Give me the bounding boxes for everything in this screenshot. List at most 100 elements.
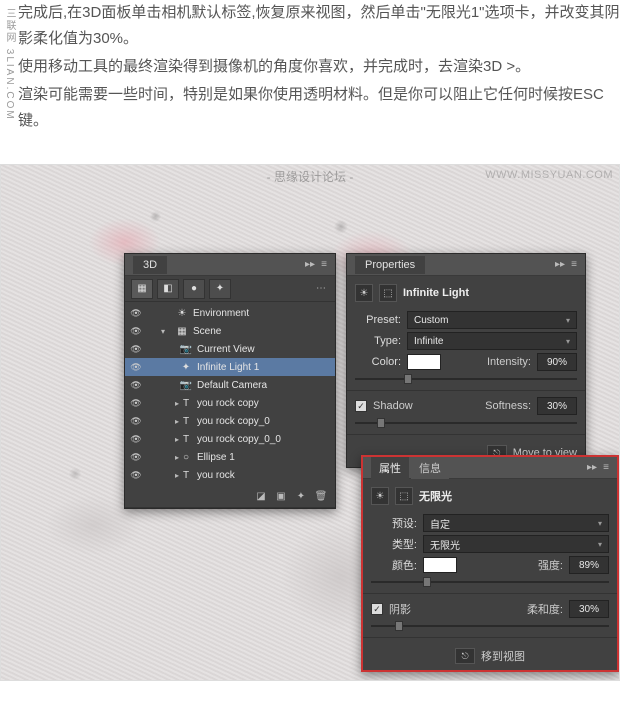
scene-tree-row[interactable]: 👁 📷 Current View [125,340,335,358]
collapse-icon[interactable]: ▸▸ [585,462,599,473]
preset-dropdown[interactable]: Custom▾ [407,311,577,329]
intensity-input[interactable]: 90% [537,353,577,371]
node-label: you rock copy_0_0 [197,434,281,445]
node-label: you rock [197,470,235,481]
new-light-icon[interactable]: ✦ [293,489,309,505]
visibility-eye-icon[interactable]: 👁 [129,362,143,373]
color-label-cn: 颜色: [371,557,417,573]
panel-3d[interactable]: 3D ▸▸ ≡ ▦ ◧ ● ✦ ⋯ 👁☀Environment👁▾▦Scene👁… [124,253,336,509]
panel-properties-titlebar[interactable]: Properties ▸▸ ≡ [347,254,585,276]
visibility-eye-icon[interactable]: 👁 [129,416,143,427]
visibility-eye-icon[interactable]: 👁 [129,398,143,409]
filter-mesh-button[interactable]: ◧ [157,279,179,299]
scene-tree-row[interactable]: 👁▸Tyou rock copy_0_0 [125,430,335,448]
move-to-view-icon-cn[interactable]: ⎋ [455,648,475,664]
collapse-icon[interactable]: ▸▸ [553,259,567,270]
paragraph: 渲染可能需要一些时间，特别是如果你使用透明材料。但是你可以阻止它任何时候按ESC… [18,82,628,134]
node-label: Infinite Light 1 [197,362,259,373]
shadow-label: Shadow [373,400,413,412]
scene-tree-row[interactable]: 👁 ▸ Tyou rock [125,466,335,484]
scene-tree-row[interactable]: 👁 ▸ Tyou rock copy [125,394,335,412]
tab-attributes-cn[interactable]: 属性 [371,457,409,479]
tab-properties[interactable]: Properties [355,256,425,274]
render-icon[interactable]: ▣ [273,489,289,505]
type-label: Type: [355,335,401,347]
menu-icon[interactable]: ≡ [599,462,613,473]
preset-dropdown-cn[interactable]: 自定▾ [423,514,609,532]
scene-tree-row[interactable]: 👁✦Infinite Light 1 [125,358,335,376]
color-swatch-cn[interactable] [423,557,457,573]
footer-icon[interactable]: ◪ [253,489,269,505]
tab-3d[interactable]: 3D [133,256,167,274]
preset-label-cn: 预设: [371,515,417,531]
twist-icon[interactable]: ▸ [161,417,175,426]
twist-icon[interactable]: ▸ [161,399,175,408]
visibility-eye-icon[interactable]: 👁 [129,434,143,445]
panel-options-icon[interactable]: ⋯ [313,281,329,297]
node-label: Environment [193,308,249,319]
node-label: Default Camera [197,380,267,391]
visibility-eye-icon[interactable]: 👁 [129,344,143,355]
filter-light-button[interactable]: ✦ [209,279,231,299]
scene-tree-row[interactable]: 👁 📷 Default Camera [125,376,335,394]
panel-properties-cn[interactable]: 属性 信息 ▸▸ ≡ ☀ ⬚ 无限光 预设: 自定▾ 类型: 无限光▾ 颜色: [361,455,619,672]
filter-material-button[interactable]: ● [183,279,205,299]
panel-properties-cn-titlebar[interactable]: 属性 信息 ▸▸ ≡ [363,457,617,479]
shadow-checkbox[interactable]: ✓ [355,400,367,412]
visibility-eye-icon[interactable]: 👁 [129,308,143,319]
node-label: you rock copy_0 [197,416,270,427]
scene-tree-row[interactable]: 👁▾▦Scene [125,322,335,340]
type-dropdown[interactable]: Infinite▾ [407,332,577,350]
coords-icon[interactable]: ⬚ [395,487,413,505]
intensity-label-cn: 强度: [538,557,563,573]
softness-input[interactable]: 30% [537,397,577,415]
node-type-icon: 📷 [179,380,193,391]
twist-icon[interactable]: ▸ [161,453,175,462]
scene-tree-row[interactable]: 👁▸Tyou rock copy_0 [125,412,335,430]
shadow-checkbox-cn[interactable]: ✓ [371,603,383,615]
node-label: Scene [193,326,221,337]
delete-icon[interactable]: 🗑 [313,489,329,505]
intensity-input-cn[interactable]: 89% [569,556,609,574]
node-label: you rock copy [197,398,259,409]
visibility-eye-icon[interactable]: 👁 [129,380,143,391]
node-label: Current View [197,344,255,355]
properties-body: ☀ ⬚ Infinite Light Preset: Custom▾ Type:… [347,276,585,467]
softness-label: Softness: [485,400,531,412]
node-type-icon: 📷 [179,344,193,355]
coords-icon[interactable]: ⬚ [379,284,397,302]
type-dropdown-cn[interactable]: 无限光▾ [423,535,609,553]
article-text: 完成后,在3D面板单击相机默认标签,恢复原来视图，然后单击"无限光1"选项卡，并… [0,0,636,134]
properties-cn-heading: 无限光 [419,488,452,504]
intensity-slider[interactable] [355,374,577,384]
menu-icon[interactable]: ≡ [567,259,581,270]
twist-icon[interactable]: ▸ [161,435,175,444]
scene-tree-row[interactable]: 👁 ☀ Environment [125,304,335,322]
twist-icon[interactable]: ▸ [161,471,175,480]
visibility-eye-icon[interactable]: 👁 [129,452,143,463]
forum-watermark: - 思缘设计论坛 - [267,165,354,185]
tab-info-cn[interactable]: 信息 [411,457,449,479]
node-type-icon: T [179,398,193,409]
scene-tree-row[interactable]: 👁▸○Ellipse 1 [125,448,335,466]
light-type-icon[interactable]: ☀ [355,284,373,302]
softness-slider[interactable] [355,418,577,428]
panel-properties[interactable]: Properties ▸▸ ≡ ☀ ⬚ Infinite Light Prese… [346,253,586,468]
panel-3d-footer: ◪ ▣ ✦ 🗑 [125,486,335,508]
softness-input-cn[interactable]: 30% [569,600,609,618]
color-swatch[interactable] [407,354,441,370]
node-type-icon: ☀ [175,308,189,319]
collapse-icon[interactable]: ▸▸ [303,259,317,270]
menu-icon[interactable]: ≡ [317,259,331,270]
paragraph: 完成后,在3D面板单击相机默认标签,恢复原来视图，然后单击"无限光1"选项卡，并… [18,0,628,52]
twist-icon[interactable]: ▾ [161,327,171,336]
move-to-view-label-cn[interactable]: 移到视图 [481,648,525,664]
filter-scene-button[interactable]: ▦ [131,279,153,299]
visibility-eye-icon[interactable]: 👁 [129,470,143,481]
visibility-eye-icon[interactable]: 👁 [129,326,143,337]
intensity-slider-cn[interactable] [371,577,609,587]
node-type-icon: T [179,470,193,481]
panel-3d-titlebar[interactable]: 3D ▸▸ ≡ [125,254,335,276]
light-type-icon[interactable]: ☀ [371,487,389,505]
softness-slider-cn[interactable] [371,621,609,631]
